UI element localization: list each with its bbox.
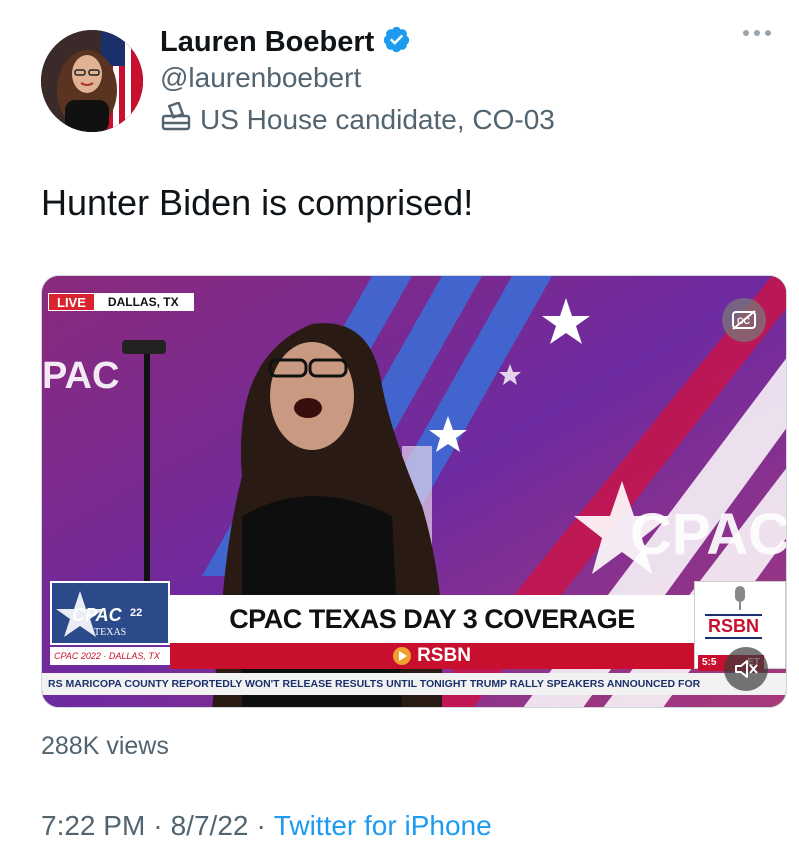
tweet-source-link[interactable]: Twitter for iPhone xyxy=(274,810,492,842)
tweet-text: Hunter Biden is comprised! xyxy=(41,182,474,223)
live-badge: LIVE DALLAS, TX xyxy=(48,293,194,311)
broadcast-headline: CPAC TEXAS DAY 3 COVERAGE xyxy=(170,595,694,643)
author-label: US House candidate, CO-03 xyxy=(200,103,555,135)
tweet-date[interactable]: 8/7/22 xyxy=(171,810,249,842)
network-name: RSBN xyxy=(417,645,471,666)
news-ticker: RS MARICOPA COUNTY REPORTEDLY WON'T RELE… xyxy=(42,673,786,695)
rsbn-logo: RSBN xyxy=(705,614,763,639)
ballot-box-icon xyxy=(160,101,192,137)
tweet-time[interactable]: 7:22 PM xyxy=(41,810,145,842)
author-name-row: Lauren Boebert xyxy=(160,24,411,60)
author-name[interactable]: Lauren Boebert xyxy=(160,26,374,59)
live-location: DALLAS, TX xyxy=(93,294,193,310)
meta-separator: · xyxy=(153,810,163,841)
tweet-meta: 7:22 PM · 8/7/22 · Twitter for iPhone xyxy=(41,810,492,842)
event-location: CPAC 2022 · DALLAS, TX xyxy=(50,647,170,665)
muted-speaker-icon[interactable] xyxy=(724,647,768,691)
meta-separator: · xyxy=(256,810,266,841)
cpac-logo-text: CPAC xyxy=(72,605,122,625)
cpac-logo-subtext: TEXAS xyxy=(94,627,127,638)
cpac-texas-logo: CPAC 22 TEXAS xyxy=(50,581,170,645)
tweet-video[interactable]: CPAC PAC LIVE DALLAS, TX CC CPAC 22 TEXA… xyxy=(41,275,787,708)
cpac-logo-year: 22 xyxy=(130,607,143,619)
backdrop-left-text: PAC xyxy=(42,355,119,397)
avatar[interactable] xyxy=(41,30,143,132)
backdrop-cpac-text: CPAC xyxy=(630,502,787,567)
view-count[interactable]: 288K views xyxy=(41,732,169,761)
play-circle-icon xyxy=(393,647,412,665)
closed-captions-icon[interactable]: CC xyxy=(722,298,766,342)
network-banner: RSBN xyxy=(170,643,694,669)
broadcast-lower-third: CPAC 22 TEXAS CPAC 2022 · DALLAS, TX CPA… xyxy=(42,581,786,707)
author-handle[interactable]: @laurenboebert xyxy=(160,62,361,94)
verified-badge-icon xyxy=(382,25,411,59)
microphone-icon xyxy=(735,586,745,610)
more-dots-icon[interactable] xyxy=(743,30,771,36)
live-label: LIVE xyxy=(49,294,94,310)
author-label-row: US House candidate, CO-03 xyxy=(160,101,555,137)
broadcast-time-value: 5:5 xyxy=(702,657,717,668)
